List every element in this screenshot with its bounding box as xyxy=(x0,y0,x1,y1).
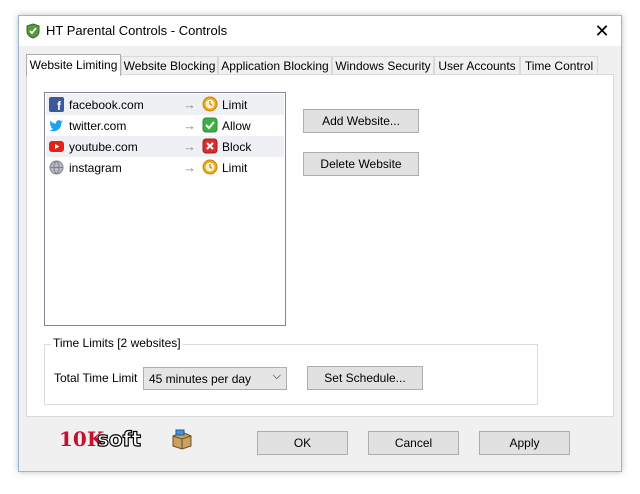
list-item[interactable]: twitter.com → Allow xyxy=(46,115,284,136)
cancel-button[interactable]: Cancel xyxy=(368,431,459,455)
delete-website-button[interactable]: Delete Website xyxy=(303,152,419,176)
globe-icon xyxy=(49,160,64,175)
tab-application-blocking[interactable]: Application Blocking xyxy=(218,56,332,75)
site-name: facebook.com xyxy=(69,98,144,112)
logo-text-rest: soft xyxy=(96,426,141,451)
twitter-icon xyxy=(49,120,63,132)
arrow-right-icon: → xyxy=(183,160,196,175)
arrow-right-icon: → xyxy=(183,97,196,112)
ok-button[interactable]: OK xyxy=(257,431,348,455)
title-bar: HT Parental Controls - Controls ✕ xyxy=(19,16,621,46)
website-list[interactable]: f facebook.com → Limit twitter.com → All… xyxy=(44,92,286,326)
site-name: twitter.com xyxy=(69,119,127,133)
list-item[interactable]: instagram → Limit xyxy=(46,157,284,178)
list-item[interactable]: youtube.com → Block xyxy=(46,136,284,157)
shield-check-icon xyxy=(26,23,40,39)
chevron-down-icon: ⌵ xyxy=(272,370,281,382)
limit-clock-icon xyxy=(202,159,218,175)
tab-time-control[interactable]: Time Control xyxy=(520,56,598,75)
tab-website-limiting[interactable]: Website Limiting xyxy=(26,54,121,76)
list-item[interactable]: f facebook.com → Limit xyxy=(46,94,284,115)
close-button[interactable]: ✕ xyxy=(589,19,615,43)
tab-user-accounts[interactable]: User Accounts xyxy=(434,56,520,75)
arrow-right-icon: → xyxy=(183,118,196,133)
software-box-icon xyxy=(172,429,192,450)
time-limit-dropdown[interactable]: 45 minutes per day ⌵ xyxy=(143,367,287,390)
dropdown-value: 45 minutes per day xyxy=(149,372,252,386)
youtube-icon xyxy=(49,141,64,152)
dialog-window: HT Parental Controls - Controls ✕ Websit… xyxy=(18,15,622,472)
status-label: Allow xyxy=(222,119,251,133)
site-name: instagram xyxy=(69,161,122,175)
time-limits-group: Time Limits [2 websites] Total Time Limi… xyxy=(44,336,538,405)
logo: 10K soft xyxy=(59,425,199,455)
add-website-button[interactable]: Add Website... xyxy=(303,109,419,133)
site-name: youtube.com xyxy=(69,140,138,154)
set-schedule-button[interactable]: Set Schedule... xyxy=(307,366,423,390)
arrow-right-icon: → xyxy=(183,139,196,154)
limit-clock-icon xyxy=(202,96,218,112)
tab-website-blocking[interactable]: Website Blocking xyxy=(121,56,218,75)
allow-check-icon xyxy=(202,117,218,133)
website-limiting-panel: f facebook.com → Limit twitter.com → All… xyxy=(26,74,614,417)
status-label: Limit xyxy=(222,98,248,112)
window-title: HT Parental Controls - Controls xyxy=(46,23,228,38)
group-title: Time Limits [2 websites] xyxy=(51,336,183,350)
total-time-limit-label: Total Time Limit xyxy=(54,371,138,385)
apply-button[interactable]: Apply xyxy=(479,431,570,455)
facebook-icon: f xyxy=(49,97,64,112)
status-label: Limit xyxy=(222,161,248,175)
tab-windows-security[interactable]: Windows Security xyxy=(332,56,434,75)
block-x-icon xyxy=(202,138,218,154)
status-label: Block xyxy=(222,140,252,154)
